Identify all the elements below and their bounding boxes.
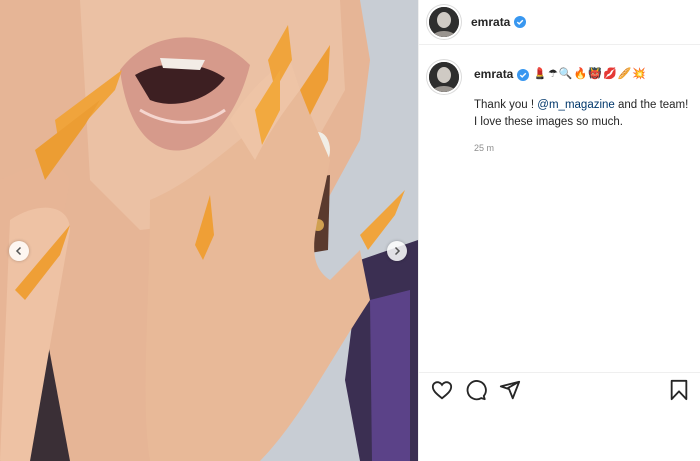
post-image[interactable] — [0, 0, 418, 461]
post-side-panel: emrata emrata 💄☂🔍🔥👹💋🥖💥 Thank you ! @m_ma… — [418, 0, 700, 461]
save-button[interactable] — [668, 379, 690, 406]
caption-text: Thank you ! @m_magazine and the team! I … — [474, 97, 691, 131]
post-header: emrata — [419, 0, 700, 45]
mention-link[interactable]: @m_magazine — [537, 99, 615, 111]
share-icon — [499, 380, 521, 400]
verified-icon — [517, 68, 530, 81]
caption-avatar[interactable] — [429, 62, 459, 92]
chevron-left-icon — [15, 246, 22, 256]
caption-emojis: 💄☂🔍🔥👹💋🥖💥 — [533, 68, 648, 80]
comment-icon — [466, 380, 487, 401]
action-bar — [419, 372, 700, 407]
verified-icon — [514, 16, 527, 28]
header-username[interactable]: emrata — [471, 15, 510, 29]
like-button[interactable] — [431, 379, 453, 406]
bookmark-icon — [670, 379, 688, 401]
chevron-right-icon — [394, 246, 401, 256]
post-caption: emrata 💄☂🔍🔥👹💋🥖💥 Thank you ! @m_magazine … — [429, 62, 691, 157]
caption-username[interactable]: emrata — [474, 66, 513, 83]
avatar-image — [429, 62, 459, 92]
heart-icon — [431, 381, 453, 400]
post-photo-art — [0, 0, 418, 461]
comment-button[interactable] — [465, 379, 487, 406]
post-timestamp[interactable]: 25 m — [474, 140, 691, 157]
carousel-next-button[interactable] — [387, 241, 407, 261]
avatar[interactable] — [429, 7, 459, 37]
avatar-image — [429, 7, 459, 37]
carousel-prev-button[interactable] — [9, 241, 29, 261]
share-button[interactable] — [499, 379, 521, 406]
caption-text-start: Thank you ! — [474, 99, 538, 111]
